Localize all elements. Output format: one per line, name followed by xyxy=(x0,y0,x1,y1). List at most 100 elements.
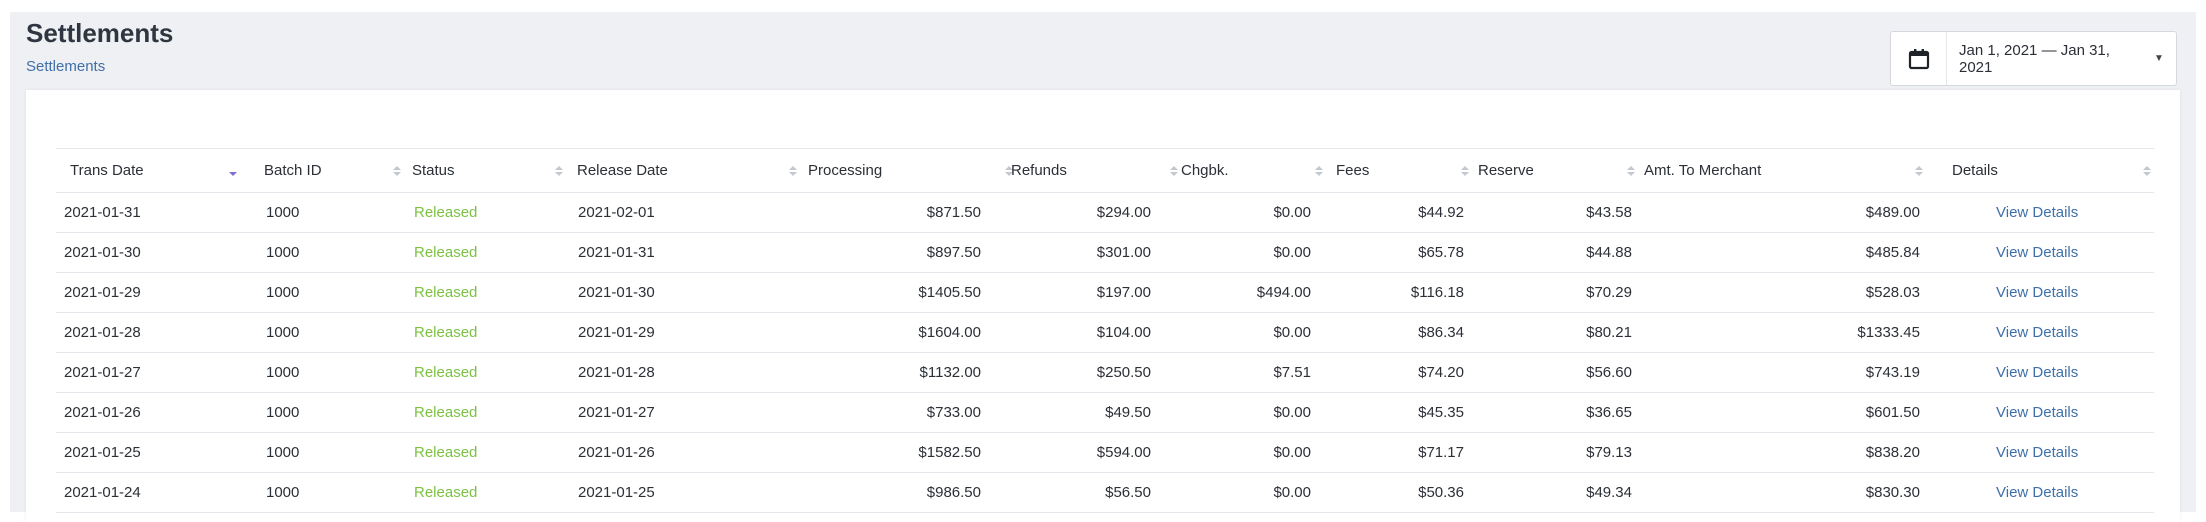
view-details-link[interactable]: View Details xyxy=(1996,393,2146,432)
view-details-link[interactable]: View Details xyxy=(1996,193,2146,232)
status-badge: Released xyxy=(414,364,478,381)
column-header-reserve[interactable]: Reserve xyxy=(1478,149,1632,192)
cell-trans-date: 2021-01-29 xyxy=(64,284,141,301)
column-header-fees[interactable]: Fees xyxy=(1336,149,1464,192)
sort-descending-icon[interactable] xyxy=(228,149,238,192)
sort-icon[interactable] xyxy=(392,149,402,192)
sort-icon[interactable] xyxy=(1626,149,1636,192)
cell-reserve: $56.60 xyxy=(1586,364,1632,381)
column-header-release-date[interactable]: Release Date xyxy=(577,149,717,192)
caret-down-icon[interactable]: ▼ xyxy=(2142,53,2176,64)
cell-refunds: $56.50 xyxy=(1105,484,1151,501)
cell-chgbk: $0.00 xyxy=(1273,324,1311,341)
cell-reserve: $44.88 xyxy=(1586,244,1632,261)
cell-fees: $50.36 xyxy=(1418,484,1464,501)
cell-amt-to-merchant: $485.84 xyxy=(1865,244,1920,261)
cell-processing: $986.50 xyxy=(926,484,981,501)
cell-amt-to-merchant: $601.50 xyxy=(1865,404,1920,421)
cell-chgbk: $0.00 xyxy=(1273,404,1311,421)
cell-chgbk: $0.00 xyxy=(1273,444,1311,461)
cell-fees: $86.34 xyxy=(1418,324,1464,341)
status-badge: Released xyxy=(414,324,478,341)
table-row: 2021-01-31 1000 Released 2021-02-01 $871.50 $… xyxy=(56,193,2154,233)
calendar-icon[interactable] xyxy=(1891,32,1947,85)
column-header-processing[interactable]: Processing xyxy=(808,149,981,192)
cell-reserve: $43.58 xyxy=(1586,204,1632,221)
cell-processing: $1132.00 xyxy=(919,364,981,381)
sort-icon[interactable] xyxy=(1314,149,1324,192)
column-header-batch-id[interactable]: Batch ID xyxy=(264,149,364,192)
column-header-trans-date[interactable]: Trans Date xyxy=(70,149,220,192)
date-range-label: Jan 1, 2021 — Jan 31, 2021 xyxy=(1959,41,2110,76)
table-row: 2021-01-29 1000 Released 2021-01-30 $1405.50… xyxy=(56,273,2154,313)
settlements-table: Trans Date Batch ID Status Release Date Proc… xyxy=(56,148,2154,513)
sort-icon[interactable] xyxy=(1914,149,1924,192)
cell-release-date: 2021-01-26 xyxy=(578,444,655,461)
cell-refunds: $250.50 xyxy=(1096,364,1151,381)
date-range-picker[interactable]: Jan 1, 2021 — Jan 31, 2021 ▼ xyxy=(1890,31,2177,86)
sort-icon[interactable] xyxy=(788,149,798,192)
cell-batch-id: 1000 xyxy=(266,284,300,301)
status-badge: Released xyxy=(414,484,478,501)
cell-amt-to-merchant: $489.00 xyxy=(1865,204,1920,221)
cell-fees: $71.17 xyxy=(1418,444,1464,461)
cell-trans-date: 2021-01-26 xyxy=(64,404,141,421)
cell-fees: $44.92 xyxy=(1418,204,1464,221)
settlements-panel: Trans Date Batch ID Status Release Date Proc… xyxy=(26,90,2180,522)
column-header-refunds[interactable]: Refunds xyxy=(1011,149,1151,192)
view-details-link[interactable]: View Details xyxy=(1996,433,2146,472)
cell-processing: $1604.00 xyxy=(918,324,981,341)
cell-batch-id: 1000 xyxy=(266,324,300,341)
cell-trans-date: 2021-01-25 xyxy=(64,444,141,461)
cell-release-date: 2021-01-27 xyxy=(578,404,655,421)
cell-batch-id: 1000 xyxy=(266,404,300,421)
cell-trans-date: 2021-01-30 xyxy=(64,244,141,261)
view-details-link[interactable]: View Details xyxy=(1996,353,2146,392)
cell-batch-id: 1000 xyxy=(266,364,300,381)
cell-chgbk: $0.00 xyxy=(1273,244,1311,261)
cell-fees: $74.20 xyxy=(1418,364,1464,381)
cell-release-date: 2021-02-01 xyxy=(578,204,655,221)
cell-chgbk: $0.00 xyxy=(1273,204,1311,221)
status-badge: Released xyxy=(414,284,478,301)
status-badge: Released xyxy=(414,444,478,461)
cell-reserve: $80.21 xyxy=(1586,324,1632,341)
sort-icon[interactable] xyxy=(554,149,564,192)
cell-amt-to-merchant: $1333.45 xyxy=(1857,324,1920,341)
sort-icon[interactable] xyxy=(1460,149,1470,192)
cell-reserve: $49.34 xyxy=(1586,484,1632,501)
status-badge: Released xyxy=(414,204,478,221)
cell-chgbk: $494.00 xyxy=(1256,284,1311,301)
cell-reserve: $36.65 xyxy=(1586,404,1632,421)
cell-refunds: $49.50 xyxy=(1105,404,1151,421)
column-header-amt-to-merchant[interactable]: Amt. To Merchant xyxy=(1644,149,1920,192)
sort-icon[interactable] xyxy=(1169,149,1179,192)
cell-release-date: 2021-01-28 xyxy=(578,364,655,381)
cell-batch-id: 1000 xyxy=(266,444,300,461)
cell-release-date: 2021-01-31 xyxy=(578,244,655,261)
view-details-link[interactable]: View Details xyxy=(1996,473,2146,512)
table-row: 2021-01-27 1000 Released 2021-01-28 $1132.00… xyxy=(56,353,2154,393)
cell-refunds: $294.00 xyxy=(1096,204,1151,221)
sort-icon[interactable] xyxy=(2142,149,2152,192)
cell-processing: $1405.50 xyxy=(918,284,981,301)
table-row: 2021-01-26 1000 Released 2021-01-27 $733.00 $… xyxy=(56,393,2154,433)
cell-processing: $897.50 xyxy=(926,244,981,261)
cell-processing: $733.00 xyxy=(926,404,981,421)
breadcrumb[interactable]: Settlements xyxy=(26,58,105,75)
cell-refunds: $104.00 xyxy=(1096,324,1151,341)
cell-chgbk: $7.51 xyxy=(1273,364,1311,381)
column-header-details[interactable]: Details xyxy=(1952,149,2132,192)
table-row: 2021-01-28 1000 Released 2021-01-29 $1604.00… xyxy=(56,313,2154,353)
view-details-link[interactable]: View Details xyxy=(1996,273,2146,312)
table-row: 2021-01-25 1000 Released 2021-01-26 $1582.50… xyxy=(56,433,2154,473)
cell-amt-to-merchant: $528.03 xyxy=(1865,284,1920,301)
cell-amt-to-merchant: $830.30 xyxy=(1865,484,1920,501)
cell-fees: $45.35 xyxy=(1418,404,1464,421)
cell-processing: $1582.50 xyxy=(918,444,981,461)
view-details-link[interactable]: View Details xyxy=(1996,313,2146,352)
view-details-link[interactable]: View Details xyxy=(1996,233,2146,272)
column-header-chgbk[interactable]: Chgbk. xyxy=(1181,149,1311,192)
cell-batch-id: 1000 xyxy=(266,204,300,221)
column-header-status[interactable]: Status xyxy=(412,149,532,192)
